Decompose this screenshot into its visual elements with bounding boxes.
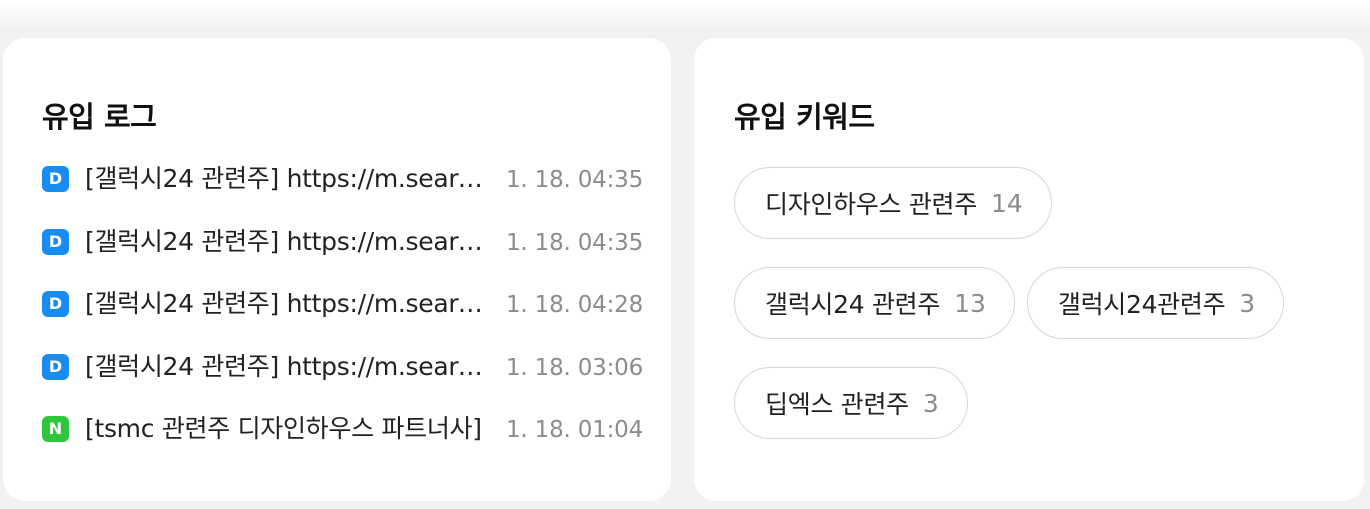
keyword-row: 갤럭시24 관련주 13 갤럭시24관련주 3 <box>734 267 1344 339</box>
keyword-chip[interactable]: 갤럭시24관련주 3 <box>1026 267 1285 339</box>
keyword-label: 갤럭시24관련주 <box>1057 290 1226 319</box>
daum-icon: D <box>42 228 69 255</box>
inflow-log-list: D [갤럭시24 관련주] https://m.search.daum.net/… <box>42 162 644 475</box>
inflow-log-title: 유입 로그 <box>42 100 157 134</box>
keyword-count: 13 <box>954 288 986 318</box>
inflow-keywords-title: 유입 키워드 <box>734 100 875 134</box>
keyword-count: 3 <box>922 388 939 418</box>
inflow-keywords-card: 유입 키워드 디자인하우스 관련주 14 갤럭시24 관련주 13 갤럭시24관… <box>694 38 1364 501</box>
log-item-time: 1. 18. 04:35 <box>506 229 644 256</box>
log-item-text[interactable]: [갤럭시24 관련주] https://m.search.daum.net/se… <box>85 225 495 259</box>
inflow-log-card: 유입 로그 D [갤럭시24 관련주] https://m.search.dau… <box>3 38 671 501</box>
log-item-text[interactable]: [갤럭시24 관련주] https://m.search.daum.net/se… <box>85 350 495 384</box>
daum-icon: D <box>42 353 69 380</box>
keyword-chip[interactable]: 딥엑스 관련주 3 <box>734 367 968 439</box>
keyword-row: 디자인하우스 관련주 14 <box>734 167 1344 239</box>
keyword-chip-list: 디자인하우스 관련주 14 갤럭시24 관련주 13 갤럭시24관련주 3 딥엑… <box>734 167 1344 467</box>
daum-icon: D <box>42 166 69 192</box>
keyword-count: 14 <box>990 188 1023 218</box>
keyword-label: 디자인하우스 관련주 <box>765 190 977 219</box>
naver-icon: N <box>42 416 69 442</box>
log-item[interactable]: D [갤럭시24 관련주] https://m.search.daum.net/… <box>42 162 644 225</box>
log-item-time: 1. 18. 01:04 <box>506 417 644 443</box>
log-item-text[interactable]: [갤럭시24 관련주] https://m.search.daum.net/se… <box>85 287 495 321</box>
log-item[interactable]: D [갤럭시24 관련주] https://m.search.daum.net/… <box>42 225 644 288</box>
keyword-row: 딥엑스 관련주 3 <box>734 367 1344 439</box>
daum-icon: D <box>42 291 69 317</box>
keyword-chip[interactable]: 디자인하우스 관련주 14 <box>734 167 1052 239</box>
keyword-label: 딥엑스 관련주 <box>765 390 909 419</box>
log-item-text[interactable]: [갤럭시24 관련주] https://m.search.daum.net/se… <box>85 162 495 196</box>
log-item-time: 1. 18. 04:28 <box>506 292 644 318</box>
keyword-chip[interactable]: 갤럭시24 관련주 13 <box>734 267 1015 339</box>
log-item-text[interactable]: [tsmc 관련주 디자인하우스 파트너사] <box>85 412 495 446</box>
keyword-label: 갤럭시24 관련주 <box>765 290 941 319</box>
log-item-time: 1. 18. 03:06 <box>506 354 644 381</box>
keyword-count: 3 <box>1239 288 1256 318</box>
page-top-gradient <box>0 0 1370 30</box>
log-item-time: 1. 18. 04:35 <box>506 167 644 193</box>
log-item[interactable]: D [갤럭시24 관련주] https://m.search.daum.net/… <box>42 287 644 350</box>
log-item[interactable]: N [tsmc 관련주 디자인하우스 파트너사] 1. 18. 01:04 <box>42 412 644 475</box>
log-item[interactable]: D [갤럭시24 관련주] https://m.search.daum.net/… <box>42 350 644 413</box>
